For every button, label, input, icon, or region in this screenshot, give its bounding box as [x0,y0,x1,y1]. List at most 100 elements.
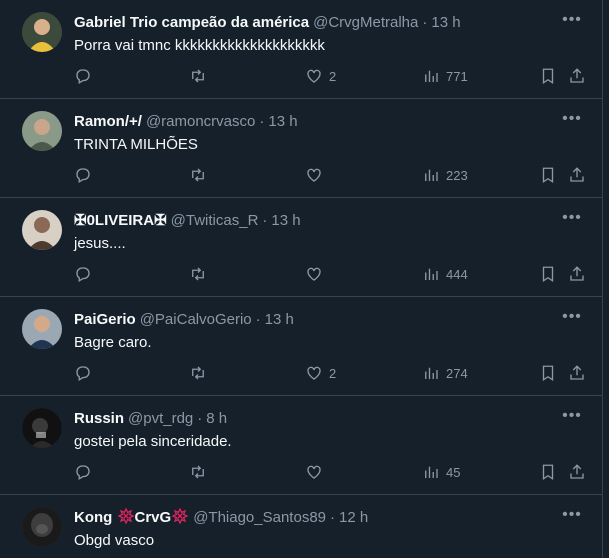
retweet-button[interactable] [189,363,207,383]
separator-dot: · [197,410,203,427]
share-button[interactable] [568,363,586,383]
share-button[interactable] [568,462,586,482]
more-icon[interactable]: ••• [562,408,582,428]
retweet-button[interactable] [189,264,207,284]
tweet-header: Russin @pvt_rdg · 8 h [74,409,554,429]
like-button[interactable] [305,165,329,185]
like-button[interactable] [305,264,329,284]
avatar[interactable] [22,210,62,250]
like-button[interactable]: 2 [305,66,336,86]
like-button[interactable] [305,462,329,482]
like-count: 2 [329,365,337,381]
tweet-text: Obgd vasco [74,532,155,549]
timestamp[interactable]: 13 h [431,13,460,33]
reply-button[interactable] [74,462,92,482]
views-button[interactable]: 444 [422,264,468,284]
avatar[interactable] [22,309,62,349]
tweet-header: PaiGerio @PaiCalvoGerio · 13 h [74,310,554,330]
bookmark-button[interactable] [539,165,557,185]
avatar[interactable] [22,111,62,151]
retweet-button[interactable] [189,66,207,86]
views-button[interactable]: 45 [422,462,460,482]
bookmark-icon [542,365,554,382]
tweet-actions: 2 274 [74,363,586,383]
timestamp[interactable]: 12 h [339,508,368,528]
like-icon [307,168,321,182]
more-icon[interactable]: ••• [562,12,582,32]
author-handle[interactable]: @PaiCalvoGerio [140,310,252,330]
author-name[interactable]: ✠0LIVEIRA✠ [74,211,167,231]
views-count: 274 [446,365,468,381]
tweet[interactable]: Kong CrvG @Thiago_Santos89 · 12 h ••• Ob… [0,495,602,558]
share-icon [570,266,584,281]
more-icon[interactable]: ••• [562,210,582,230]
share-button[interactable] [568,264,586,284]
more-icon[interactable]: ••• [562,309,582,329]
share-icon [570,464,584,479]
timestamp[interactable]: 13 h [271,211,300,231]
retweet-icon [192,267,204,281]
views-button[interactable]: 274 [422,363,468,383]
timestamp[interactable]: 8 h [206,409,227,429]
views-button[interactable]: 223 [422,165,468,185]
separator-dot: · [262,212,268,229]
reply-button[interactable] [74,264,92,284]
author-handle[interactable]: @pvt_rdg [128,409,193,429]
author-name[interactable]: Kong CrvG [74,508,189,528]
retweet-button[interactable] [189,462,207,482]
separator-dot: · [255,311,261,328]
tweet-header: ✠0LIVEIRA✠ @Twiticas_R · 13 h [74,211,554,231]
like-icon [307,465,321,479]
author-name[interactable]: Gabriel Trio campeão da américa [74,13,309,33]
tweet[interactable]: PaiGerio @PaiCalvoGerio · 13 h ••• Bagre… [0,297,602,396]
retweet-button[interactable] [189,165,207,185]
author-handle[interactable]: @ramoncrvasco [146,112,255,132]
views-icon [425,466,438,478]
tweet[interactable]: Gabriel Trio campeão da américa @CrvgMet… [0,0,602,99]
like-button[interactable]: 2 [305,363,336,383]
views-button[interactable]: 771 [422,66,468,86]
bookmark-button[interactable] [539,264,557,284]
retweet-icon [192,168,204,182]
reply-button[interactable] [74,66,92,86]
share-icon [570,68,584,83]
author-handle[interactable]: @CrvgMetralha [313,13,418,33]
author-handle[interactable]: @Thiago_Santos89 [193,508,326,528]
author-name[interactable]: PaiGerio [74,310,136,330]
tweet[interactable]: Russin @pvt_rdg · 8 h ••• gostei pela si… [0,396,602,495]
avatar[interactable] [22,408,62,448]
bookmark-button[interactable] [539,462,557,482]
timestamp[interactable]: 13 h [268,112,297,132]
reply-button[interactable] [74,165,92,185]
share-button[interactable] [568,165,586,185]
views-icon [425,169,438,181]
avatar[interactable] [22,507,62,547]
tweet[interactable]: ✠0LIVEIRA✠ @Twiticas_R · 13 h ••• jesus.… [0,198,602,297]
timestamp[interactable]: 13 h [265,310,294,330]
bookmark-icon [542,266,554,283]
author-name[interactable]: Ramon/+/ [74,112,142,132]
more-icon[interactable]: ••• [562,111,582,131]
author-handle[interactable]: @Twiticas_R [171,211,259,231]
bookmark-button[interactable] [539,66,557,86]
views-count: 771 [446,68,468,84]
author-name[interactable]: Russin [74,409,124,429]
like-icon [307,267,321,281]
tweet[interactable]: Ramon/+/ @ramoncrvasco · 13 h ••• TRINTA… [0,99,602,198]
badge-icon [172,508,189,524]
tweet-actions: 45 [74,462,586,482]
tweet-header: Gabriel Trio campeão da américa @CrvgMet… [74,13,554,33]
tweet-text: jesus.... [74,235,126,252]
reply-icon [76,366,90,381]
avatar[interactable] [22,12,62,52]
more-icon[interactable]: ••• [562,507,582,527]
separator-dot: · [422,14,428,31]
like-icon [307,366,321,380]
bookmark-button[interactable] [539,363,557,383]
share-button[interactable] [568,66,586,86]
reply-button[interactable] [74,363,92,383]
share-icon [570,167,584,182]
tweet-actions: 223 [74,165,586,185]
views-count: 45 [446,464,461,480]
tweet-header: Ramon/+/ @ramoncrvasco · 13 h [74,112,554,132]
